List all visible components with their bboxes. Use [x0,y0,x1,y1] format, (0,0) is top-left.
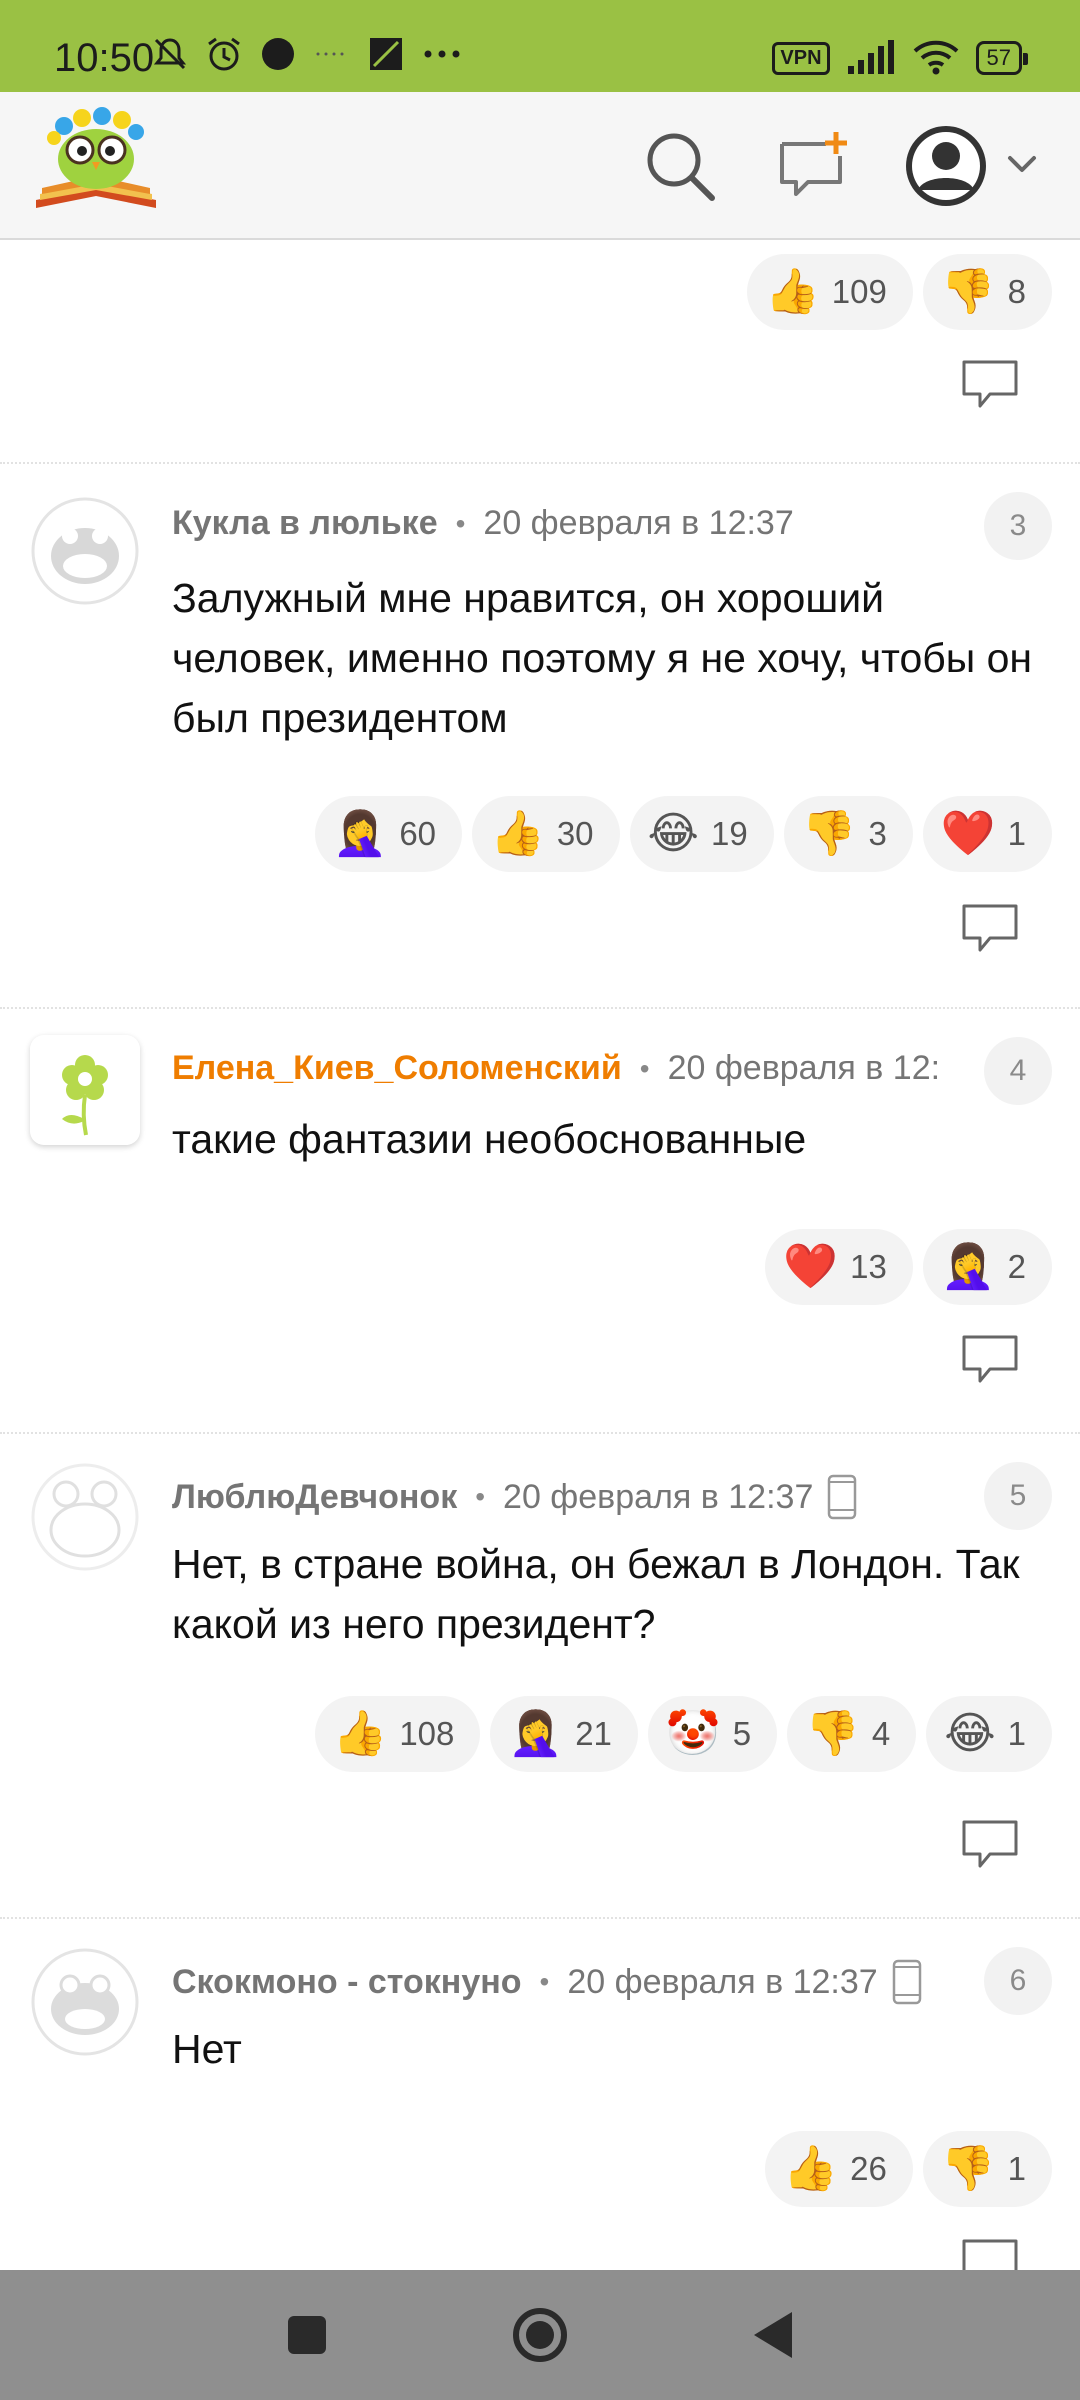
comment-item: Елена_Киев_Соломенский • 20 февраля в 12… [0,1009,1080,1434]
site-logo[interactable] [32,104,160,222]
sim-icon [370,38,402,70]
reaction-heart[interactable]: ❤️ 1 [922,796,1052,872]
back-button[interactable] [738,2300,808,2370]
more-dots-small-icon [316,52,344,56]
reactions-bar: 👍 26 👎 1 [765,2131,1052,2207]
separator-dot: • [455,507,466,539]
user-menu-button[interactable] [900,120,1040,212]
comment-header: ЛюблюДевчонок • 20 февраля в 12:37 [172,1474,972,1520]
reaction-facepalm[interactable]: 🤦‍♀️ 21 [490,1696,638,1772]
reactions-bar: ❤️ 13 🤦‍♀️ 2 [765,1229,1052,1305]
reaction-dislike[interactable]: 👎 3 [783,796,913,872]
reply-icon[interactable] [960,1333,1020,1387]
comment-text: такие фантазии необоснованные [172,1116,807,1162]
mute-icon [153,38,187,70]
reactions-bar: 👍 108 🤦‍♀️ 21 🤡 5 👎 4 😂 1 [314,1696,1052,1772]
reaction-like[interactable]: 👍 30 [472,796,620,872]
reaction-like[interactable]: 👍 109 [746,254,913,330]
mobile-device-icon [828,1474,857,1520]
comment-header: Кукла в люльке • 20 февраля в 12:37 [172,504,972,543]
dot-icon [262,38,294,70]
avatar-frog-icon[interactable] [30,1462,140,1572]
reaction-facepalm[interactable]: 🤦‍♀️ 60 [314,796,463,872]
comment-text: Залужный мне нравится, он хороший челове… [172,575,1033,741]
comment-header: Елена_Киев_Соломенский • 20 февраля в 12… [172,1049,952,1088]
battery-indicator: 57 [975,41,1029,75]
separator-dot: • [475,1481,486,1512]
comment-date: 20 февраля в 12: [667,1049,941,1087]
search-icon[interactable] [640,126,720,206]
comment-partial: 👍 109 👎 8 [0,242,1080,464]
comment-item: Скокмоно - стокнуно • 20 февраля в 12:37… [0,1919,1080,2270]
comment-author[interactable]: Кукла в люльке [172,504,438,543]
mobile-device-icon [892,1959,921,2005]
reaction-heart[interactable]: ❤️ 13 [765,1229,913,1305]
comment-date: 20 февраля в 12:37 [503,1477,814,1516]
reaction-like[interactable]: 👍 26 [765,2131,913,2207]
reply-icon[interactable] [960,2237,1020,2270]
reaction-dislike[interactable]: 👎 8 [922,254,1052,330]
separator-dot: • [539,1966,550,1997]
app-header [0,92,1080,240]
reactions-bar: 👍 109 👎 8 [746,254,1052,330]
comment-author[interactable]: Елена_Киев_Соломенский [172,1049,622,1088]
reaction-facepalm[interactable]: 🤦‍♀️ 2 [922,1229,1052,1305]
comment-number: 4 [984,1037,1052,1105]
status-left-icons [150,34,464,74]
comment-item: Кукла в люльке • 20 февраля в 12:37 3 За… [0,464,1080,1009]
avatar-hippo-icon[interactable] [30,496,140,606]
reply-icon[interactable] [960,358,1020,412]
status-right-icons: VPN 57 [772,40,1029,76]
comment-number: 5 [984,1462,1052,1530]
comment-author[interactable]: Скокмоно - стокнуно [172,1963,522,2002]
comment-header: Скокмоно - стокнуно • 20 февраля в 12:37 [172,1959,972,2005]
comment-number: 3 [984,492,1052,560]
recents-button[interactable] [272,2300,342,2370]
signal-icon [847,40,894,74]
avatar-hippo-icon[interactable] [30,1947,140,2057]
reaction-dislike[interactable]: 👎 4 [787,1696,917,1772]
reaction-like[interactable]: 👍 108 [314,1696,481,1772]
reply-icon[interactable] [960,902,1020,956]
new-chat-icon[interactable] [772,126,852,206]
status-time: 10:50 [54,36,155,80]
vpn-badge: VPN [772,41,830,75]
status-bar: 10:50 VPN 57 [0,0,1080,92]
comment-item: ЛюблюДевчонок • 20 февраля в 12:37 5 Нет… [0,1434,1080,1919]
avatar-flower-icon[interactable] [30,1035,140,1145]
reaction-laugh[interactable]: 😂 1 [926,1696,1052,1772]
more-icon [424,50,460,58]
reactions-bar: 🤦‍♀️ 60 👍 30 😂 19 👎 3 ❤️ 1 [314,796,1052,872]
reaction-clown[interactable]: 🤡 5 [647,1696,778,1772]
reply-icon[interactable] [960,1818,1020,1872]
home-button[interactable] [505,2300,575,2370]
comment-text: Нет, в стране война, он бежал в Лондон. … [172,1541,1020,1647]
alarm-icon [208,37,240,71]
separator-dot: • [639,1052,650,1084]
reaction-laugh[interactable]: 😂 19 [629,796,774,872]
comment-date: 20 февраля в 12:37 [483,504,794,542]
reaction-dislike[interactable]: 👎 1 [922,2131,1052,2207]
comment-text: Нет [172,2026,242,2072]
comment-author[interactable]: ЛюблюДевчонок [172,1478,457,1517]
comment-date: 20 февраля в 12:37 [567,1962,878,2001]
wifi-icon [913,40,958,75]
system-nav-bar [0,2270,1080,2400]
comment-number: 6 [984,1947,1052,2015]
comments-list: 👍 109 👎 8 Кукла в люльке • 20 февраля в 12… [0,242,1080,2270]
